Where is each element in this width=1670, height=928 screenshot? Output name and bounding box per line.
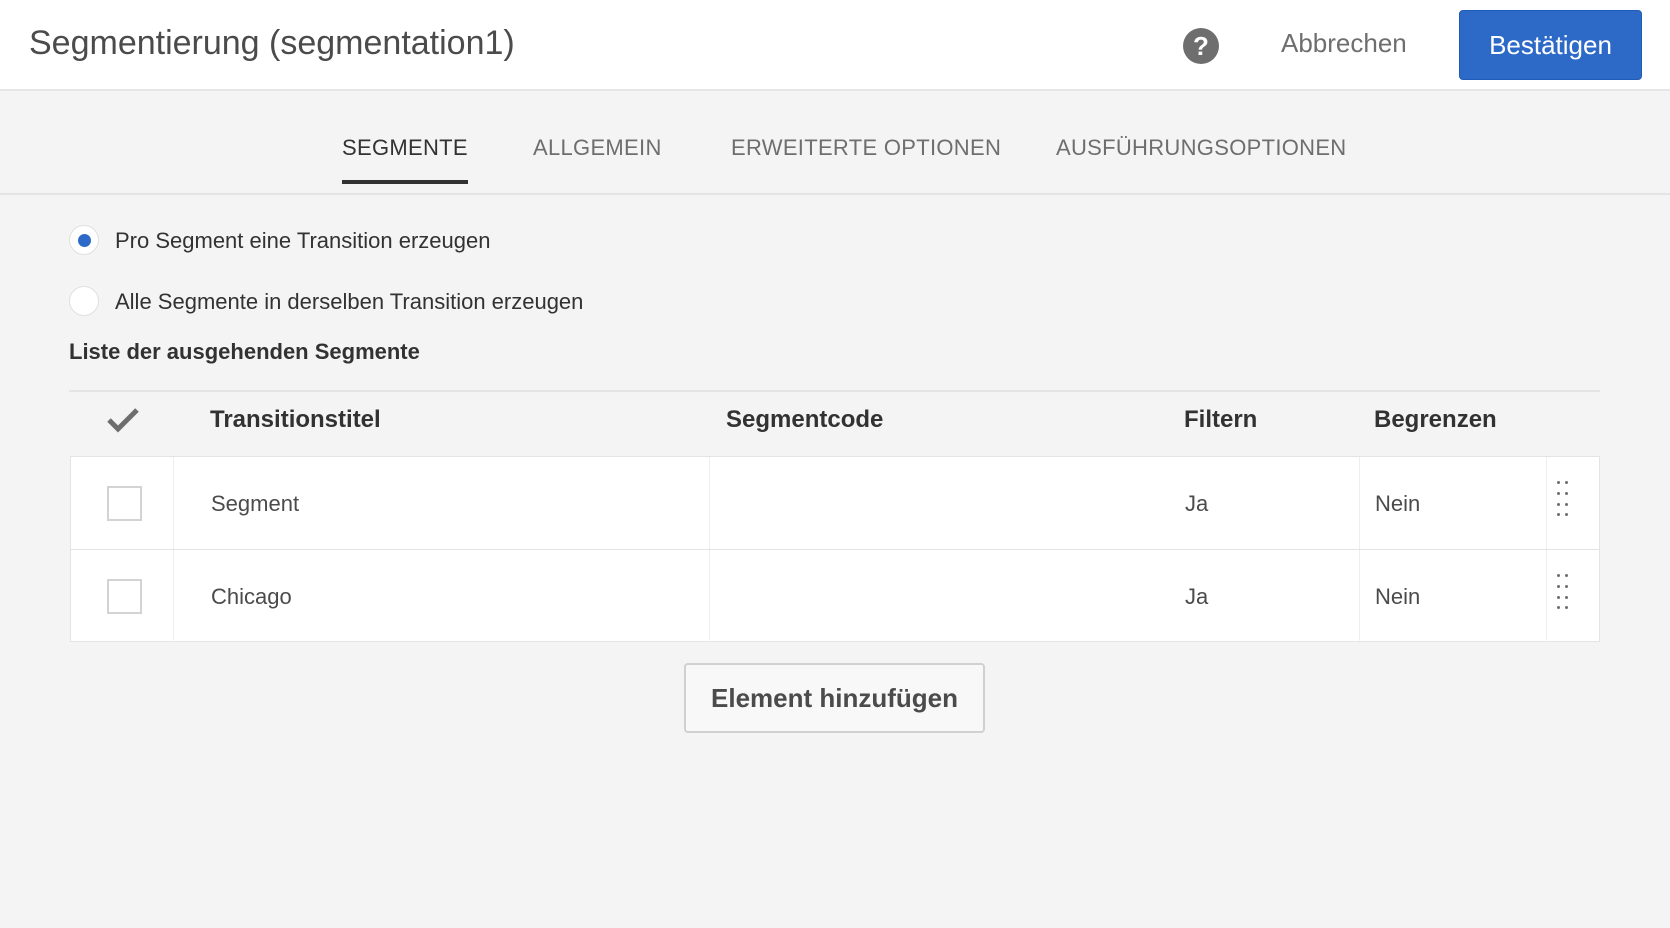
tab-allgemein[interactable]: ALLGEMEIN	[533, 135, 662, 161]
row-limit: Nein	[1375, 491, 1421, 516]
table-row[interactable]: Segment Ja Nein	[71, 457, 1599, 550]
segment-table: Segment Ja Nein Chicago Ja Nein	[70, 456, 1600, 643]
row-limit: Nein	[1375, 584, 1421, 609]
drag-handle-icon[interactable]	[1557, 574, 1573, 614]
column-header-code: Segmentcode	[726, 406, 884, 433]
row-title: Segment	[211, 491, 300, 516]
row-checkbox[interactable]	[107, 486, 142, 521]
radio-same-transition[interactable]	[69, 286, 99, 316]
tab-segmente[interactable]: SEGMENTE	[342, 135, 468, 184]
row-checkbox[interactable]	[107, 579, 142, 614]
tab-erweiterte-optionen[interactable]: ERWEITERTE OPTIONEN	[731, 135, 1001, 161]
column-header-title: Transitionstitel	[210, 406, 381, 433]
row-title: Chicago	[211, 584, 292, 609]
table-row[interactable]: Chicago Ja Nein	[71, 550, 1599, 643]
row-filter: Ja	[1185, 584, 1209, 609]
tab-bar: SEGMENTE ALLGEMEIN ERWEITERTE OPTIONEN A…	[0, 91, 1670, 195]
help-icon[interactable]: ?	[1183, 28, 1219, 64]
select-all-check-icon[interactable]	[106, 407, 140, 433]
radio-per-segment[interactable]	[69, 225, 99, 255]
radio-per-segment-label[interactable]: Pro Segment eine Transition erzeugen	[115, 228, 490, 254]
radio-same-transition-label[interactable]: Alle Segmente in derselben Transition er…	[115, 289, 583, 315]
drag-handle-icon[interactable]	[1557, 481, 1573, 521]
segment-list-heading: Liste der ausgehenden Segmente	[69, 339, 420, 364]
column-header-limit: Begrenzen	[1374, 406, 1497, 433]
tab-ausfuehrungsoptionen[interactable]: AUSFÜHRUNGSOPTIONEN	[1056, 135, 1347, 161]
divider	[69, 390, 1600, 392]
dialog-header: Segmentierung (segmentation1) ? Abbreche…	[0, 0, 1670, 91]
cancel-button[interactable]: Abbrechen	[1281, 28, 1407, 59]
column-header-filter: Filtern	[1184, 406, 1258, 433]
confirm-button[interactable]: Bestätigen	[1459, 10, 1642, 80]
dialog-title: Segmentierung (segmentation1)	[29, 24, 515, 62]
add-element-button[interactable]: Element hinzufügen	[684, 663, 985, 733]
row-filter: Ja	[1185, 491, 1209, 516]
